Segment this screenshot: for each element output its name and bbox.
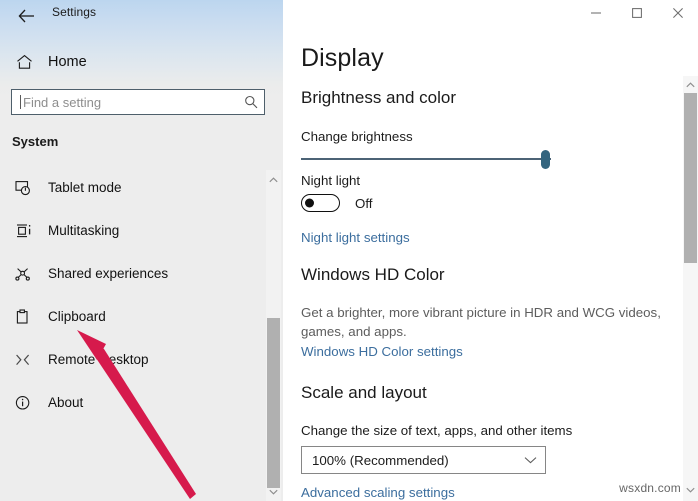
brightness-slider-track — [301, 158, 551, 160]
sidebar-item-about-label: About — [48, 395, 84, 410]
remote-desktop-icon — [13, 349, 35, 371]
night-light-settings-link[interactable]: Night light settings — [301, 230, 410, 245]
night-light-label: Night light — [301, 173, 361, 188]
sidebar-item-remote-desktop-label: Remote Desktop — [48, 352, 149, 367]
shared-experiences-icon — [13, 263, 35, 285]
sidebar-group-header: System — [12, 134, 59, 149]
advanced-scaling-settings-link[interactable]: Advanced scaling settings — [301, 485, 455, 500]
brightness-slider[interactable] — [301, 150, 561, 169]
maximize-button[interactable] — [616, 0, 657, 26]
about-info-icon — [13, 392, 35, 414]
toggle-knob — [305, 198, 314, 208]
sidebar-item-home-label: Home — [48, 54, 87, 70]
search-caret — [20, 95, 21, 109]
sidebar-item-tablet-mode[interactable]: Tablet mode — [0, 166, 255, 209]
window-controls — [575, 0, 698, 26]
sidebar-item-clipboard-label: Clipboard — [48, 309, 106, 324]
chevron-up-icon[interactable] — [683, 77, 698, 92]
night-light-toggle[interactable] — [301, 194, 340, 212]
sidebar-item-multitasking-label: Multitasking — [48, 223, 120, 238]
search-input[interactable]: Find a setting — [11, 89, 265, 115]
scale-dropdown[interactable]: 100% (Recommended) — [301, 446, 546, 474]
section-heading-hd-color: Windows HD Color — [301, 265, 445, 284]
scale-dropdown-value: 100% (Recommended) — [312, 452, 449, 468]
minimize-button[interactable] — [575, 0, 616, 26]
hd-color-settings-link[interactable]: Windows HD Color settings — [301, 344, 463, 359]
sidebar-item-tablet-mode-label: Tablet mode — [48, 180, 122, 195]
multitasking-icon — [13, 220, 35, 242]
tablet-mode-icon — [13, 177, 35, 199]
clipboard-icon — [13, 306, 35, 328]
main-scrollbar[interactable] — [683, 76, 698, 501]
sidebar-item-about[interactable]: About — [0, 381, 255, 424]
home-icon — [10, 54, 38, 70]
night-light-state-label: Off — [355, 195, 373, 211]
brightness-slider-thumb[interactable] — [541, 150, 550, 169]
close-button[interactable] — [657, 0, 698, 26]
sidebar-item-home[interactable]: Home — [10, 48, 272, 76]
change-size-label: Change the size of text, apps, and other… — [301, 423, 573, 438]
sidebar-item-multitasking[interactable]: Multitasking — [0, 209, 255, 252]
back-arrow-icon[interactable] — [13, 4, 39, 28]
sidebar-scrollbar[interactable] — [266, 170, 281, 501]
chevron-up-icon[interactable] — [266, 172, 281, 187]
sidebar-item-shared-experiences-label: Shared experiences — [48, 266, 169, 281]
sidebar-item-shared-experiences[interactable]: Shared experiences — [0, 252, 255, 295]
chevron-down-icon[interactable] — [515, 456, 545, 464]
chevron-down-icon[interactable] — [683, 482, 698, 497]
section-heading-brightness: Brightness and color — [301, 88, 456, 107]
sidebar-nav-list: Tablet mode Multitasking Shared experien… — [0, 166, 255, 424]
window-title: Settings — [52, 5, 97, 19]
sidebar-scrollbar-thumb[interactable] — [267, 318, 280, 488]
page-title: Display — [301, 44, 384, 72]
search-input-placeholder: Find a setting — [23, 94, 102, 110]
sidebar-item-clipboard[interactable]: Clipboard — [0, 295, 255, 338]
search-icon[interactable] — [238, 95, 264, 109]
main-content-panel: Display Brightness and color Change brig… — [283, 0, 698, 501]
sidebar-item-remote-desktop[interactable]: Remote Desktop — [0, 338, 255, 381]
settings-window: Settings Home Find a setting System Tabl… — [0, 0, 698, 501]
hd-color-description: Get a brighter, more vibrant picture in … — [301, 305, 661, 339]
watermark: wsxdn.com — [619, 481, 681, 495]
change-brightness-label: Change brightness — [301, 129, 413, 144]
chevron-down-icon[interactable] — [266, 484, 281, 499]
section-heading-scale-layout: Scale and layout — [301, 383, 427, 402]
night-light-row: Off — [301, 194, 373, 212]
main-scrollbar-thumb[interactable] — [684, 93, 697, 263]
sidebar: Settings Home Find a setting System Tabl… — [0, 0, 283, 501]
